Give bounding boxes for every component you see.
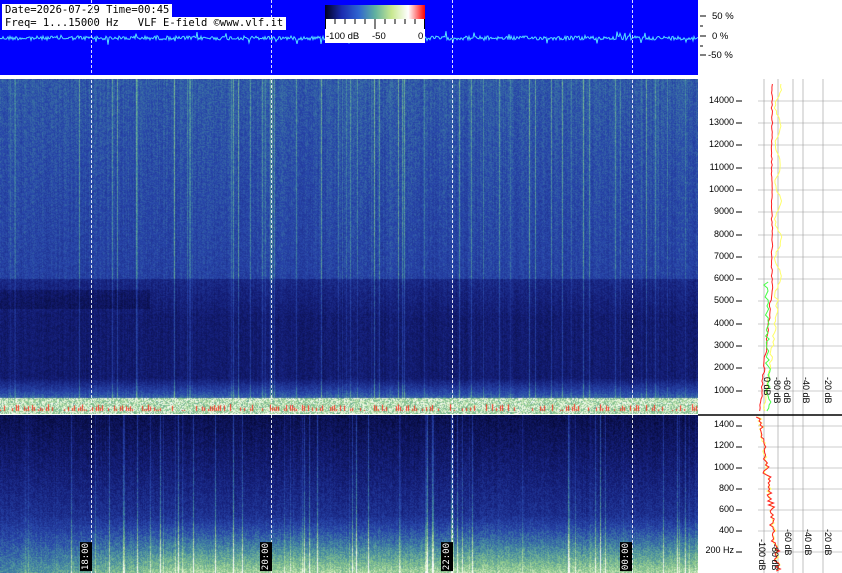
frequency-label: Freq= 1...15000 Hz VLF E-field ©www.vlf.… [2, 17, 287, 30]
low-freq-tick: 1000 [713, 462, 734, 472]
time-gridline [632, 0, 633, 573]
time-label-20: 20:00 [260, 542, 272, 572]
time-label-18: 18:00 [80, 542, 92, 572]
time-gridline [91, 0, 92, 573]
amp-label-zero: 0 % [712, 31, 729, 42]
time-gridline [271, 0, 272, 573]
time-label-22: 22:00 [441, 542, 453, 572]
amp-label-plus50: 50 % [712, 11, 734, 22]
low-freq-tick: 600 [718, 504, 734, 514]
colorbar-tick-mid: -50 [372, 31, 386, 42]
db-tick: -80 dB [772, 377, 782, 404]
freq-tick: 12000 [708, 139, 734, 149]
colorbar-tick-min: -100 dB [326, 31, 360, 42]
db-tick-low: -80 dB [770, 544, 780, 571]
freq-tick: 9000 [713, 206, 734, 216]
spectrum-profile-panel: 14000 13000 12000 11000 10000 9000 8000 … [698, 79, 842, 573]
db-tick: -20 dB [823, 377, 833, 404]
freq-tick: 6000 [713, 273, 734, 283]
low-freq-tick: 200 Hz [705, 545, 734, 555]
db-tick-low: -40 dB [803, 529, 813, 556]
db-tick-low: -100 dB [757, 539, 767, 571]
time-gridline [452, 0, 453, 573]
amplitude-scale: 50 % 0 % -50 % [698, 0, 842, 75]
freq-tick: 2000 [713, 362, 734, 372]
spectrogram-main [0, 79, 698, 414]
amp-label-minus50: -50 % [708, 50, 733, 61]
low-freq-tick: 1200 [713, 440, 734, 450]
freq-tick: 3000 [713, 340, 734, 350]
freq-tick: 11000 [709, 162, 734, 172]
colorbar-gradient [325, 5, 425, 19]
freq-tick: 7000 [713, 251, 734, 261]
freq-tick: 13000 [708, 117, 734, 127]
db-colorbar: -100 dB -50 0 [325, 5, 425, 43]
freq-tick: 5000 [713, 295, 734, 305]
low-freq-tick: 800 [718, 483, 734, 493]
freq-tick: 1000 [713, 385, 734, 395]
freq-tick: 8000 [713, 229, 734, 239]
freq-tick: 14000 [708, 95, 734, 105]
spectrogram-low-band [0, 415, 698, 573]
db-tick-low: -60 dB [783, 529, 793, 556]
db-tick: -60 dB [782, 377, 792, 404]
low-freq-tick: 1400 [713, 419, 734, 429]
freq-tick: 4000 [713, 318, 734, 328]
date-time-label: Date=2026-07-29 Time=00:45 [2, 4, 173, 17]
colorbar-tick-max: 0 [418, 31, 424, 42]
db-tick: 0 dB [762, 377, 772, 396]
db-tick-low: -20 dB [823, 529, 833, 556]
low-freq-tick: 400 [718, 525, 734, 535]
time-label-00: 00:00 [620, 542, 632, 572]
freq-tick: 10000 [708, 184, 734, 194]
db-tick: -40 dB [801, 377, 811, 404]
